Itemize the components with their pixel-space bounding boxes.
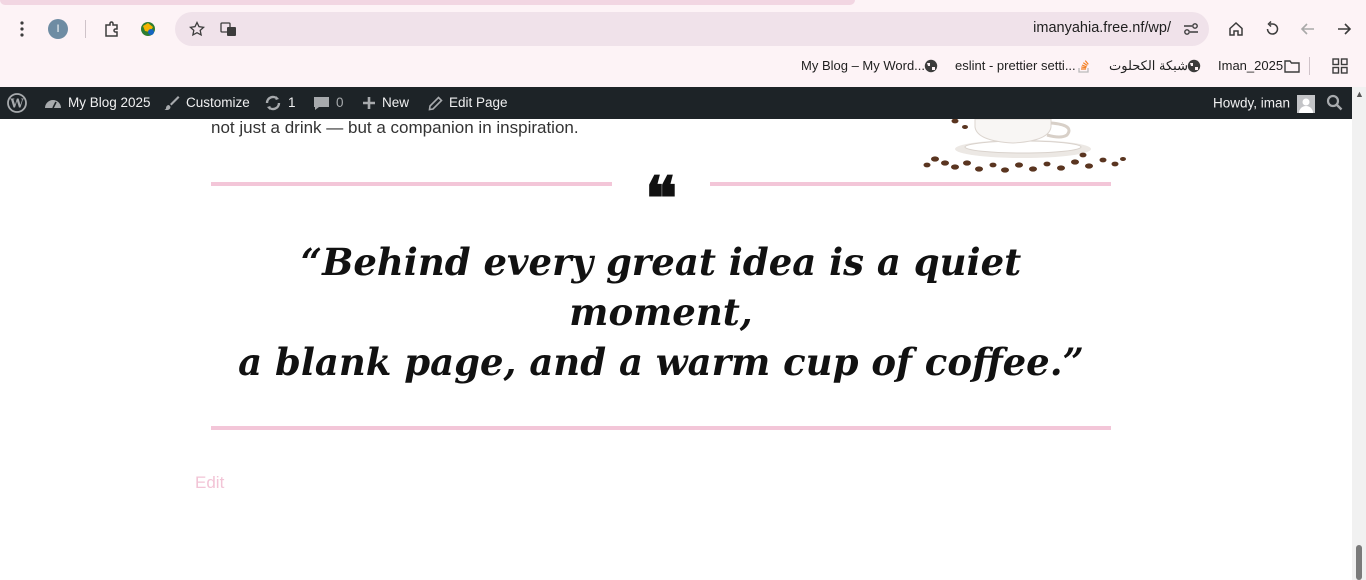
translate-icon[interactable] bbox=[215, 15, 243, 43]
admin-edit-page[interactable]: Edit Page bbox=[428, 95, 508, 111]
apps-grid-icon[interactable] bbox=[1326, 52, 1354, 80]
bookmark-eslint[interactable]: eslint - prettier setti... bbox=[955, 58, 1076, 73]
profile-avatar[interactable]: I bbox=[48, 19, 68, 39]
avatar bbox=[1296, 95, 1315, 113]
edit-page-label: Edit Page bbox=[449, 95, 508, 110]
howdy-label: Howdy, iman bbox=[1213, 95, 1291, 111]
divider-left bbox=[211, 182, 612, 186]
quote-line-2: a blank page, and a warm cup of coffee.” bbox=[238, 340, 1084, 384]
comments-count: 0 bbox=[336, 95, 344, 110]
address-bar[interactable]: imanyahia.free.nf/wp/ bbox=[175, 12, 1209, 46]
customize-label: Customize bbox=[186, 95, 250, 110]
divider-right bbox=[710, 182, 1111, 186]
url-text[interactable]: imanyahia.free.nf/wp/ bbox=[1033, 20, 1171, 36]
tab-strip bbox=[0, 0, 1366, 6]
home-icon[interactable] bbox=[1222, 15, 1250, 43]
bookmark-iman-2025[interactable]: Iman_2025 bbox=[1218, 58, 1283, 73]
admin-account[interactable]: Howdy, iman bbox=[1213, 95, 1315, 113]
quote-line-1: “Behind every great idea is a quiet mome… bbox=[300, 240, 1022, 334]
toolbar-divider bbox=[85, 20, 86, 38]
bookmark-star-icon[interactable] bbox=[183, 15, 211, 43]
wordpress-logo-icon[interactable]: W bbox=[7, 93, 27, 116]
back-arrow-icon[interactable] bbox=[1294, 15, 1322, 43]
comment-icon bbox=[314, 96, 329, 110]
globe-icon bbox=[924, 59, 938, 73]
site-settings-icon[interactable] bbox=[1177, 15, 1205, 43]
scroll-thumb[interactable] bbox=[1356, 545, 1362, 580]
svg-text:W: W bbox=[9, 97, 24, 111]
extensions-icon[interactable] bbox=[98, 15, 126, 43]
edit-link[interactable]: Edit bbox=[195, 473, 224, 493]
quote-icon: ❝ bbox=[645, 164, 678, 234]
bookmarks-divider bbox=[1309, 57, 1310, 75]
wp-admin-bar: W My Blog 2025 Customize 1 0 New Edit Pa… bbox=[0, 87, 1352, 119]
coffee-cup-image bbox=[923, 119, 1126, 173]
plus-icon bbox=[363, 97, 375, 110]
menu-icon[interactable] bbox=[8, 15, 36, 43]
new-label: New bbox=[382, 95, 410, 110]
scroll-up-arrow-icon[interactable]: ▲ bbox=[1355, 89, 1364, 99]
globe-icon bbox=[1187, 59, 1201, 73]
page-content: not just a drink — but a companion in in… bbox=[0, 119, 1352, 580]
bookmark-kahlout[interactable]: شبكة الكحلوت bbox=[1109, 58, 1188, 74]
updates-count: 1 bbox=[288, 95, 296, 110]
toolbar: I imanyahia.free.nf/wp/ bbox=[0, 12, 1366, 46]
bookmark-my-blog[interactable]: My Blog – My Word... bbox=[801, 58, 925, 73]
page-scrollbar[interactable]: ▲ bbox=[1352, 87, 1366, 580]
dashboard-icon bbox=[45, 100, 61, 109]
admin-customize[interactable]: Customize bbox=[164, 95, 250, 111]
pull-quote: “Behind every great idea is a quiet mome… bbox=[211, 237, 1111, 387]
intro-text: not just a drink — but a companion in in… bbox=[211, 119, 579, 137]
admin-site-name[interactable]: My Blog 2025 bbox=[44, 95, 151, 110]
admin-comments[interactable]: 0 bbox=[313, 95, 344, 111]
divider-bottom bbox=[211, 426, 1111, 430]
stack-overflow-icon bbox=[1078, 60, 1089, 73]
updates-icon bbox=[265, 96, 281, 111]
paintbrush-icon bbox=[164, 96, 180, 111]
admin-search-icon[interactable] bbox=[1326, 94, 1343, 114]
admin-new[interactable]: New bbox=[362, 95, 409, 110]
site-name-label: My Blog 2025 bbox=[68, 95, 151, 110]
tab-background[interactable] bbox=[0, 0, 855, 5]
folder-icon bbox=[1284, 60, 1300, 73]
reload-icon[interactable] bbox=[1258, 15, 1286, 43]
browser-chrome: I imanyahia.free.nf/wp/ Iman_2025 شبكة ا… bbox=[0, 0, 1366, 87]
admin-updates[interactable]: 1 bbox=[264, 95, 296, 111]
bookmarks-bar: Iman_2025 شبكة الكحلوت eslint - prettier… bbox=[0, 54, 1366, 78]
pencil-icon bbox=[428, 96, 443, 111]
extension-globe-icon[interactable] bbox=[134, 15, 162, 43]
tab-active[interactable] bbox=[872, 0, 1366, 5]
forward-arrow-icon[interactable] bbox=[1330, 15, 1358, 43]
